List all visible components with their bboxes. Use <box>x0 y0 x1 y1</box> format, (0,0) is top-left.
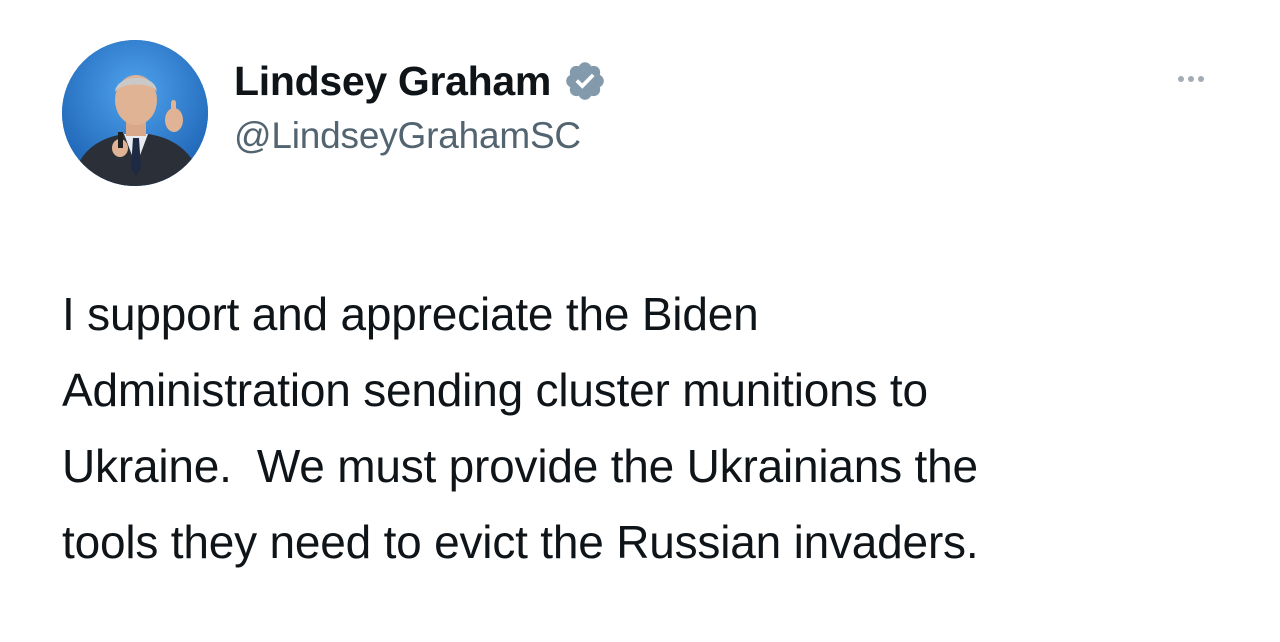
more-options-icon <box>1188 76 1194 82</box>
author-name-row: Lindsey Graham <box>234 55 607 107</box>
author-display-name[interactable]: Lindsey Graham <box>234 58 551 105</box>
author-handle[interactable]: @LindseyGrahamSC <box>234 115 607 157</box>
tweet-text-line: tools they need to evict the Russian inv… <box>62 516 979 568</box>
tweet-text-line: I support and appreciate the Biden <box>62 288 759 340</box>
more-options-icon <box>1178 76 1184 82</box>
tweet-card: Lindsey Graham @LindseyGrahamSC I suppor… <box>0 0 1280 642</box>
more-options-button[interactable] <box>1165 64 1217 94</box>
tweet-text-line: Administration sending cluster munitions… <box>62 364 928 416</box>
tweet-text: I support and appreciate the Biden Admin… <box>62 276 1242 580</box>
avatar-photo-icon <box>62 40 208 186</box>
tweet-text-line: Ukraine. We must provide the Ukrainians … <box>62 440 978 492</box>
author-avatar[interactable] <box>62 40 208 186</box>
author-info: Lindsey Graham @LindseyGrahamSC <box>234 55 607 157</box>
more-options-icon <box>1198 76 1204 82</box>
verified-badge-icon <box>563 59 607 103</box>
